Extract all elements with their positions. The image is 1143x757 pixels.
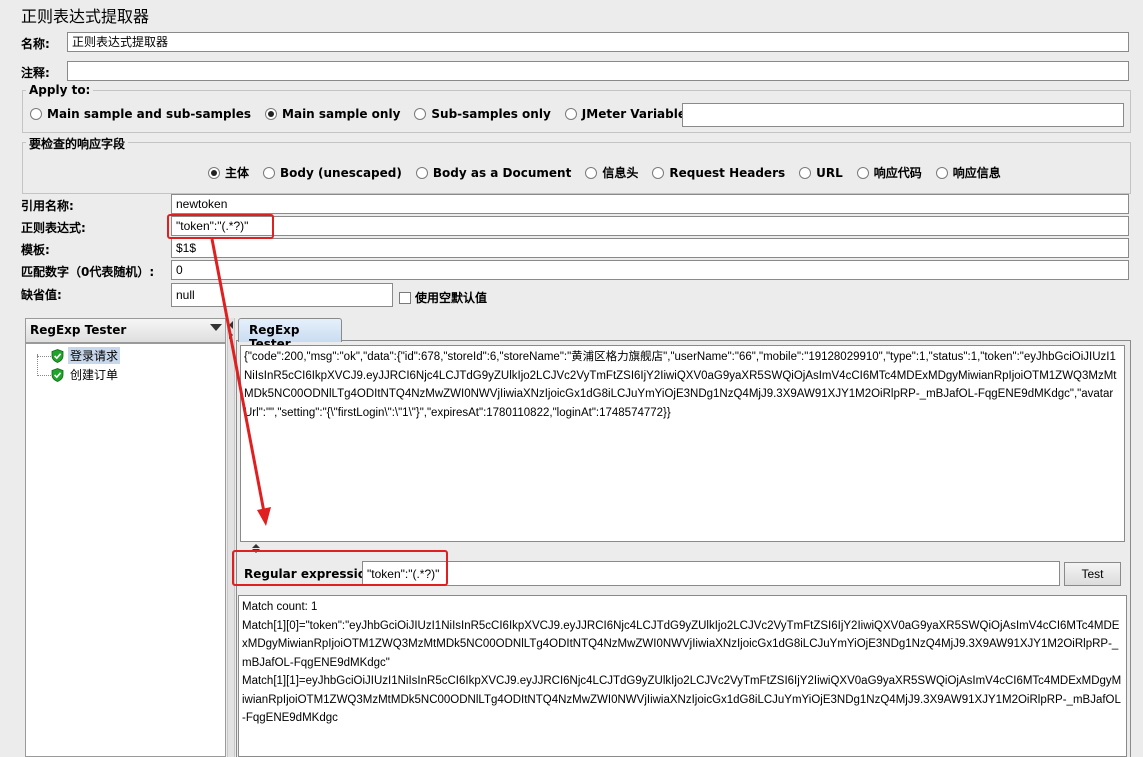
annotation-arrow [210,238,271,526]
